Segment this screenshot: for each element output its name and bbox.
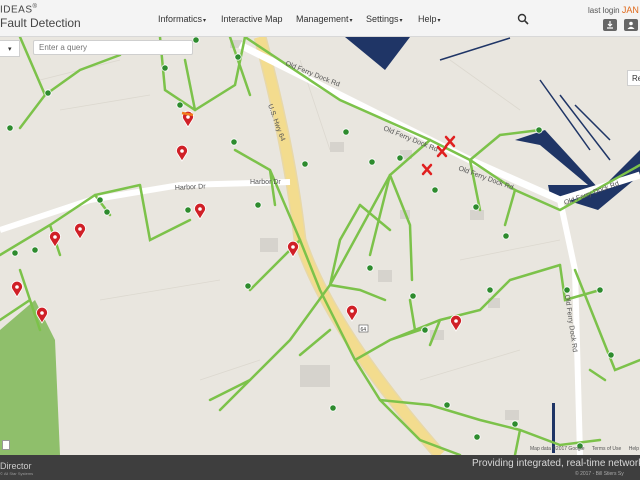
device-fault-icon[interactable] — [176, 144, 188, 162]
chevron-down-icon: ▾ — [399, 18, 403, 24]
device-fault-dot — [40, 311, 44, 315]
device-ok-icon[interactable] — [396, 154, 404, 162]
device-fault-icon[interactable] — [11, 280, 23, 298]
roads — [0, 37, 640, 455]
device-ok-icon[interactable] — [192, 37, 200, 44]
device-ok-icon[interactable] — [368, 158, 376, 166]
device-ok-icon[interactable] — [607, 351, 615, 359]
nav-management[interactable]: Management▾ — [296, 14, 353, 24]
device-ok-icon[interactable] — [161, 64, 169, 72]
map-attribution: Map data ©2017 Google Terms of Use Help — [530, 446, 640, 452]
device-fault-dot — [15, 285, 19, 289]
brand-product: Fault Detection — [0, 16, 81, 30]
road-label-harbor-2: Harbor Dr — [250, 179, 281, 186]
interactive-map[interactable]: U.S. Hwy 64 Old Ferry Dock Rd Old Ferry … — [0, 37, 640, 455]
device-ok-icon[interactable] — [11, 249, 19, 257]
top-navbar: IDEAS® Fault Detection Informatics▾ Inte… — [0, 0, 640, 37]
user-icon — [627, 21, 635, 29]
device-ok-icon[interactable] — [473, 433, 481, 441]
nav-interactive-map[interactable]: Interactive Map — [221, 14, 283, 24]
device-ok-icon[interactable] — [44, 89, 52, 97]
device-ok-icon[interactable] — [234, 53, 242, 61]
device-ok-icon[interactable] — [184, 206, 192, 214]
terms-link[interactable]: Terms of Use — [592, 446, 621, 452]
map-legend-icon[interactable] — [2, 440, 10, 450]
help-link[interactable]: Help — [629, 446, 639, 452]
device-ok-icon[interactable] — [254, 201, 262, 209]
device-fault-icon[interactable] — [287, 240, 299, 258]
search-input[interactable] — [33, 40, 193, 55]
highway-shield-label: 64 — [361, 327, 367, 333]
layer-select[interactable]: ▾ — [0, 40, 20, 57]
search-icon[interactable] — [517, 13, 529, 25]
nav-settings[interactable]: Settings▾ — [366, 14, 403, 24]
footer-tagline: Providing integrated, real-time network … — [472, 458, 640, 469]
footer-logo: Director — [0, 461, 32, 471]
device-ok-icon[interactable] — [230, 138, 238, 146]
device-ok-icon[interactable] — [31, 246, 39, 254]
device-ok-icon[interactable] — [244, 282, 252, 290]
device-fault-icon[interactable] — [74, 222, 86, 240]
device-fault-icon[interactable] — [49, 230, 61, 248]
user-button[interactable] — [624, 19, 638, 31]
download-button[interactable] — [603, 19, 617, 31]
device-fault-icon[interactable] — [346, 304, 358, 322]
last-login: last login JAN — [588, 5, 639, 15]
map-canvas[interactable]: U.S. Hwy 64 Old Ferry Dock Rd Old Ferry … — [0, 37, 640, 455]
nav-informatics[interactable]: Informatics▾ — [158, 14, 206, 24]
footer: Director © All Star Systems Providing in… — [0, 455, 640, 480]
device-fault-dot — [291, 245, 295, 249]
device-ok-icon[interactable] — [486, 286, 494, 294]
device-ok-icon[interactable] — [96, 196, 104, 204]
device-fault-dot — [454, 319, 458, 323]
brand-name: IDEAS® — [0, 4, 38, 16]
device-fault-icon[interactable] — [194, 202, 206, 220]
device-markers — [6, 37, 615, 450]
device-ok-icon[interactable] — [563, 286, 571, 294]
download-icon — [607, 21, 613, 29]
device-fault-dot — [198, 207, 202, 211]
device-fault-dot — [350, 309, 354, 313]
chevron-down-icon: ▾ — [437, 18, 441, 24]
network-lines — [0, 37, 640, 455]
device-ok-icon[interactable] — [409, 292, 417, 300]
device-ok-icon[interactable] — [502, 232, 510, 240]
nav-help[interactable]: Help▾ — [418, 14, 441, 24]
device-ok-icon[interactable] — [176, 101, 184, 109]
road-label-harbor-1: Harbor Dr — [175, 183, 207, 192]
device-ok-icon[interactable] — [421, 326, 429, 334]
device-ok-icon[interactable] — [103, 208, 111, 216]
device-fault-icon[interactable] — [450, 314, 462, 332]
device-ok-icon[interactable] — [535, 126, 543, 134]
device-ok-icon[interactable] — [596, 286, 604, 294]
device-fault-dot — [180, 149, 184, 153]
device-ok-icon[interactable] — [443, 401, 451, 409]
device-ok-icon[interactable] — [511, 420, 519, 428]
username[interactable]: JAN — [622, 5, 639, 15]
fault-x-icon — [421, 163, 433, 176]
device-ok-icon[interactable] — [366, 264, 374, 272]
device-ok-icon[interactable] — [342, 128, 350, 136]
chevron-down-icon: ▾ — [203, 18, 207, 24]
park-area — [0, 300, 60, 455]
chevron-down-icon: ▾ — [8, 46, 12, 53]
footer-copyright: © 2017 - Bill Stiers Sy — [575, 471, 624, 477]
device-ok-icon[interactable] — [472, 203, 480, 211]
reset-button[interactable]: Re — [627, 70, 640, 86]
fault-x-icon — [444, 135, 456, 148]
device-fault-dot — [53, 235, 57, 239]
device-fault-dot — [78, 227, 82, 231]
device-ok-icon[interactable] — [431, 186, 439, 194]
device-fault-dot — [186, 115, 190, 119]
chevron-down-icon: ▾ — [349, 18, 353, 24]
device-ok-icon[interactable] — [329, 404, 337, 412]
map-data-text: Map data ©2017 Google — [530, 446, 585, 452]
footer-logo-sub: © All Star Systems — [0, 471, 34, 476]
device-ok-icon[interactable] — [301, 160, 309, 168]
device-ok-icon[interactable] — [6, 124, 14, 132]
